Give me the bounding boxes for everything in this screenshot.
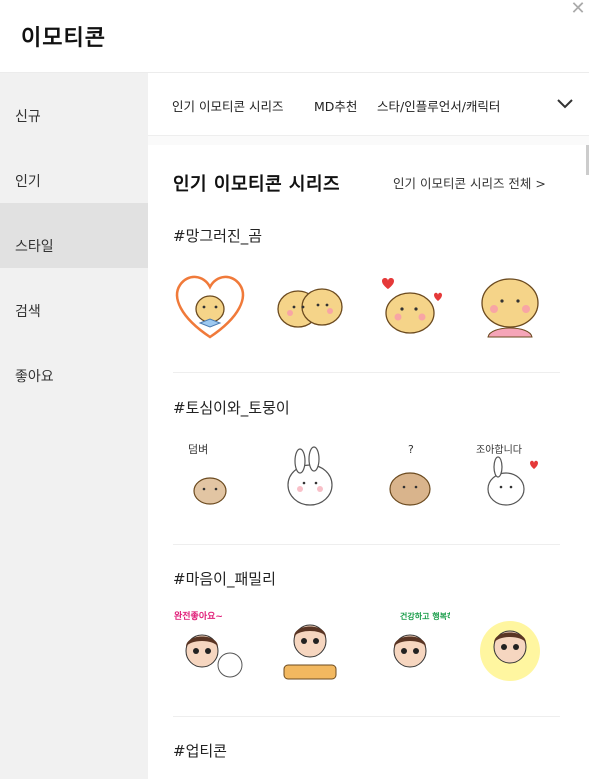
sidebar-item-label: 좋아요 [15, 369, 54, 385]
sidebar: 신규 인기 스타일 검색 좋아요 [0, 73, 148, 779]
sidebar-item-label: 인기 [15, 174, 41, 190]
app-header: 이모티콘 ✕ [0, 0, 589, 73]
group-divider [173, 716, 560, 717]
sticker-thumbnail[interactable] [370, 267, 450, 347]
main-content: 인기 이모티콘 시리즈 인기 이모티콘 시리즈 전체 > #망그러진_곰 #토심… [148, 145, 589, 779]
tab-star-influencer[interactable]: 스타/인플루언서/캐릭터 [377, 96, 500, 115]
sidebar-item-label: 검색 [15, 304, 41, 320]
category-tabs: 인기 이모티콘 시리즈 MD추천 스타/인플루언서/캐릭터 [148, 73, 589, 136]
sidebar-item-new[interactable]: 신규 [0, 73, 148, 138]
sticker-caption: 완전좋아요~ [174, 610, 223, 622]
sticker-caption: 조아합니다 [476, 444, 522, 456]
sticker-thumbnail[interactable]: 건강하고 행복하세요 [370, 607, 450, 687]
sticker-thumbnail[interactable] [270, 267, 350, 347]
sticker-thumbnail[interactable] [470, 267, 550, 347]
sticker-thumbnail[interactable]: ? [370, 437, 450, 517]
sticker-caption: ? [408, 443, 414, 456]
sticker-thumbnail[interactable]: 완전좋아요~ [170, 607, 250, 687]
sticker-thumbnail[interactable] [170, 267, 250, 347]
group-title: #업티콘 [173, 742, 227, 760]
close-icon[interactable]: ✕ [567, 0, 589, 20]
group-title: #마음이_패밀리 [173, 570, 276, 588]
page-title: 이모티콘 [21, 26, 106, 51]
chevron-down-icon[interactable] [555, 93, 575, 113]
sticker-caption: 덤벼 [188, 443, 208, 456]
sticker-thumbnail[interactable]: 덤벼 [170, 437, 250, 517]
section-title: 인기 이모티콘 시리즈 [173, 174, 341, 195]
tab-shadow [148, 136, 589, 145]
sticker-thumbnail[interactable]: 조아합니다 [470, 437, 550, 517]
sticker-thumbnail[interactable] [470, 607, 550, 687]
group-divider [173, 544, 560, 545]
sticker-caption: 건강하고 행복하세요 [400, 611, 450, 621]
group-divider [173, 372, 560, 373]
sidebar-item-search[interactable]: 검색 [0, 268, 148, 333]
tab-md-pick[interactable]: MD추천 [314, 96, 357, 115]
sidebar-item-label: 스타일 [15, 239, 54, 255]
sidebar-item-likes[interactable]: 좋아요 [0, 333, 148, 398]
group-title: #망그러진_곰 [173, 227, 263, 245]
sidebar-item-style[interactable]: 스타일 [0, 203, 148, 268]
sidebar-item-label: 신규 [15, 109, 41, 125]
sticker-thumbnail[interactable] [270, 607, 350, 687]
sticker-thumbnail[interactable] [270, 437, 350, 517]
tab-popular-series[interactable]: 인기 이모티콘 시리즈 [172, 96, 283, 115]
section-view-all-link[interactable]: 인기 이모티콘 시리즈 전체 > [393, 173, 546, 192]
group-title: #토심이와_토뭉이 [173, 399, 290, 417]
sidebar-item-popular[interactable]: 인기 [0, 138, 148, 203]
